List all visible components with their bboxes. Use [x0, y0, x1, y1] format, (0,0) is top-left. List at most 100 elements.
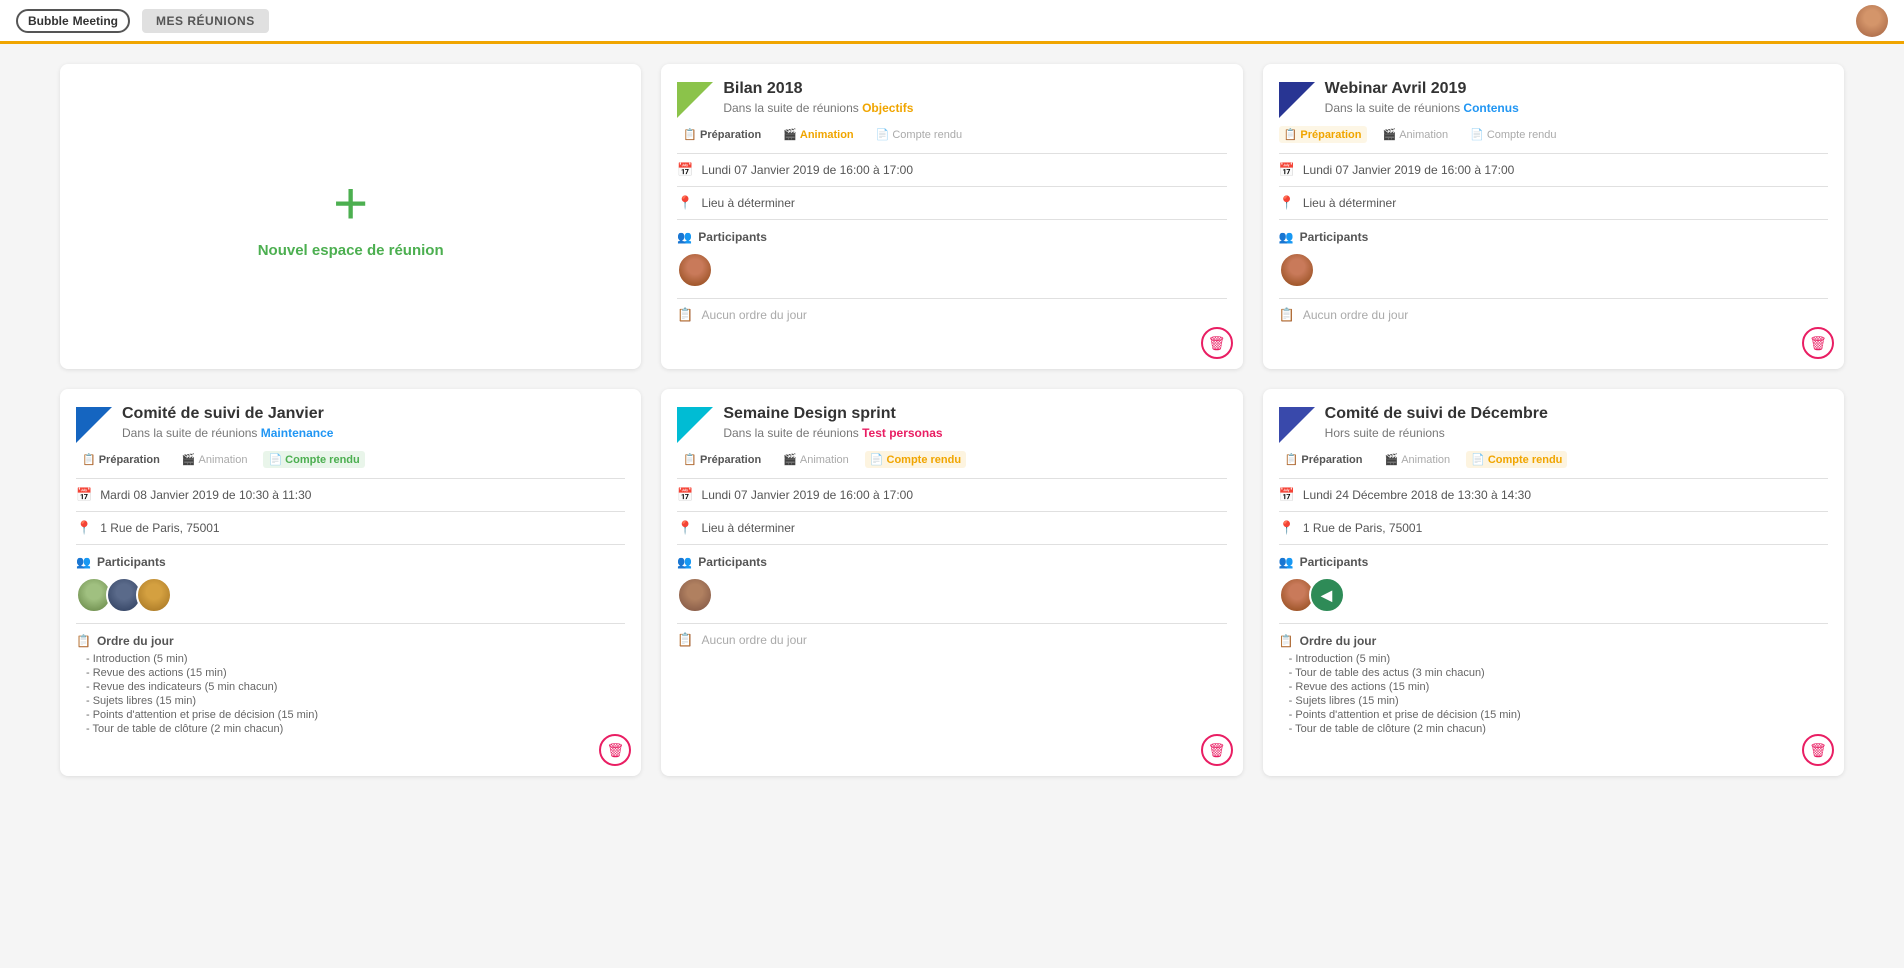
meeting-location: Lieu à déterminer	[702, 196, 795, 210]
triangle-icon	[1279, 407, 1315, 443]
suite-link[interactable]: Objectifs	[862, 101, 913, 115]
tab-preparation[interactable]: 📋 Préparation	[677, 126, 767, 143]
participants-avatars: ◀	[1279, 577, 1828, 613]
location-icon: 📍	[677, 195, 693, 211]
meeting-title: Webinar Avril 2019	[1325, 80, 1828, 98]
avatar[interactable]	[1856, 5, 1888, 37]
suite-link[interactable]: Maintenance	[261, 426, 334, 440]
calendar-icon: 📅	[1279, 162, 1295, 178]
tab-compte-rendu[interactable]: 📄 Compte rendu	[865, 451, 966, 468]
card-title-block: Comité de suivi de Janvier Dans la suite…	[122, 405, 625, 440]
divider	[1279, 298, 1828, 299]
date-row: 📅 Lundi 07 Janvier 2019 de 16:00 à 17:00	[1279, 162, 1828, 178]
meeting-card-bilan2018: Bilan 2018 Dans la suite de réunions Obj…	[661, 64, 1242, 369]
suite-link[interactable]: Test personas	[862, 426, 942, 440]
participants-label: 👥 Participants	[76, 555, 625, 569]
card-title-block: Semaine Design sprint Dans la suite de r…	[723, 405, 1226, 440]
cr-icon: 📄	[876, 128, 890, 141]
location-icon: 📍	[1279, 195, 1295, 211]
mes-reunions-button[interactable]: MES RÉUNIONS	[142, 9, 269, 33]
new-meeting-label: Nouvel espace de réunion	[258, 242, 444, 259]
agenda-icon: 📋	[677, 307, 693, 323]
tab-animation[interactable]: 🎬 Animation	[1377, 126, 1455, 143]
tab-preparation[interactable]: 📋 Préparation	[677, 451, 767, 468]
divider	[677, 219, 1226, 220]
meeting-tabs: 📋 Préparation 🎬 Animation 📄 Compte rendu	[677, 126, 1226, 143]
cr-icon: 📄	[1471, 453, 1485, 466]
new-meeting-card[interactable]: + Nouvel espace de réunion	[60, 64, 641, 369]
tab-animation[interactable]: 🎬 Animation	[176, 451, 254, 468]
participants-avatars	[76, 577, 625, 613]
tab-preparation[interactable]: 📋 Préparation	[76, 451, 166, 468]
tab-animation[interactable]: 🎬 Animation	[777, 451, 855, 468]
delete-button[interactable]: 🗑	[1201, 734, 1233, 766]
tab-compte-rendu[interactable]: 📄 Compte rendu	[263, 451, 364, 468]
app-logo: Bubble Meeting	[16, 9, 130, 33]
anim-icon: 🎬	[182, 453, 196, 466]
delete-button[interactable]: 🗑	[1802, 734, 1834, 766]
anim-icon: 🎬	[1385, 453, 1399, 466]
tab-compte-rendu[interactable]: 📄 Compte rendu	[870, 126, 968, 143]
tab-compte-rendu[interactable]: 📄 Compte rendu	[1464, 126, 1562, 143]
agenda-icon: 📋	[1279, 634, 1294, 648]
prep-icon: 📋	[683, 453, 697, 466]
suite-link[interactable]: Contenus	[1463, 101, 1518, 115]
divider	[76, 478, 625, 479]
participants-icon: 👥	[1279, 230, 1294, 244]
divider	[1279, 153, 1828, 154]
logo-bubble-text: Bubble	[28, 14, 69, 28]
meeting-suite: Hors suite de réunions	[1325, 426, 1828, 440]
participants-section: 👥 Participants	[677, 555, 1226, 613]
cr-icon: 📄	[268, 453, 282, 466]
divider	[1279, 478, 1828, 479]
agenda-icon: 📋	[1279, 307, 1295, 323]
location-row: 📍 1 Rue de Paris, 75001	[1279, 520, 1828, 536]
divider	[677, 478, 1226, 479]
tab-animation[interactable]: 🎬 Animation	[777, 126, 859, 143]
date-row: 📅 Lundi 07 Janvier 2019 de 16:00 à 17:00	[677, 162, 1226, 178]
meeting-location: Lieu à déterminer	[1303, 196, 1396, 210]
divider	[1279, 544, 1828, 545]
divider	[1279, 623, 1828, 624]
delete-button[interactable]: 🗑	[1802, 327, 1834, 359]
meeting-suite: Dans la suite de réunions Maintenance	[122, 426, 625, 440]
prep-icon: 📋	[1284, 128, 1298, 141]
date-row: 📅 Lundi 24 Décembre 2018 de 13:30 à 14:3…	[1279, 487, 1828, 503]
agenda-item: - Tour de table de clôture (2 min chacun…	[76, 722, 625, 736]
prep-icon: 📋	[82, 453, 96, 466]
participants-label: 👥 Participants	[677, 230, 1226, 244]
agenda-item: - Points d'attention et prise de décisio…	[1279, 708, 1828, 722]
agenda-row: 📋 Aucun ordre du jour	[1279, 307, 1828, 323]
agenda-icon: 📋	[677, 632, 693, 648]
prep-icon: 📋	[1285, 453, 1299, 466]
card-title-block: Bilan 2018 Dans la suite de réunions Obj…	[723, 80, 1226, 115]
agenda-icon: 📋	[76, 634, 91, 648]
divider	[677, 298, 1226, 299]
delete-button[interactable]: 🗑	[1201, 327, 1233, 359]
agenda-section: 📋 Ordre du jour - Introduction (5 min) -…	[1279, 634, 1828, 736]
meeting-suite: Dans la suite de réunions Contenus	[1325, 101, 1828, 115]
cr-icon: 📄	[1470, 128, 1484, 141]
participant-avatar	[677, 577, 713, 613]
card-header: Semaine Design sprint Dans la suite de r…	[677, 405, 1226, 443]
tab-animation[interactable]: 🎬 Animation	[1379, 451, 1457, 468]
meeting-title: Bilan 2018	[723, 80, 1226, 98]
no-agenda-text: Aucun ordre du jour	[1303, 308, 1408, 322]
agenda-item: - Revue des actions (15 min)	[1279, 680, 1828, 694]
tab-preparation[interactable]: 📋 Préparation	[1279, 126, 1367, 143]
tab-preparation[interactable]: 📋 Préparation	[1279, 451, 1369, 468]
participants-icon: 👥	[76, 555, 91, 569]
agenda-item: - Sujets libres (15 min)	[1279, 694, 1828, 708]
location-row: 📍 Lieu à déterminer	[677, 195, 1226, 211]
no-agenda-text: Aucun ordre du jour	[702, 633, 807, 647]
calendar-icon: 📅	[1279, 487, 1295, 503]
participants-avatars	[1279, 252, 1828, 288]
tab-compte-rendu[interactable]: 📄 Compte rendu	[1466, 451, 1567, 468]
divider	[677, 153, 1226, 154]
avatar-image	[1856, 5, 1888, 37]
divider	[1279, 511, 1828, 512]
participants-icon: 👥	[677, 555, 692, 569]
participants-label: 👥 Participants	[677, 555, 1226, 569]
agenda-item: - Revue des indicateurs (5 min chacun)	[76, 680, 625, 694]
agenda-row: 📋 Aucun ordre du jour	[677, 632, 1226, 648]
